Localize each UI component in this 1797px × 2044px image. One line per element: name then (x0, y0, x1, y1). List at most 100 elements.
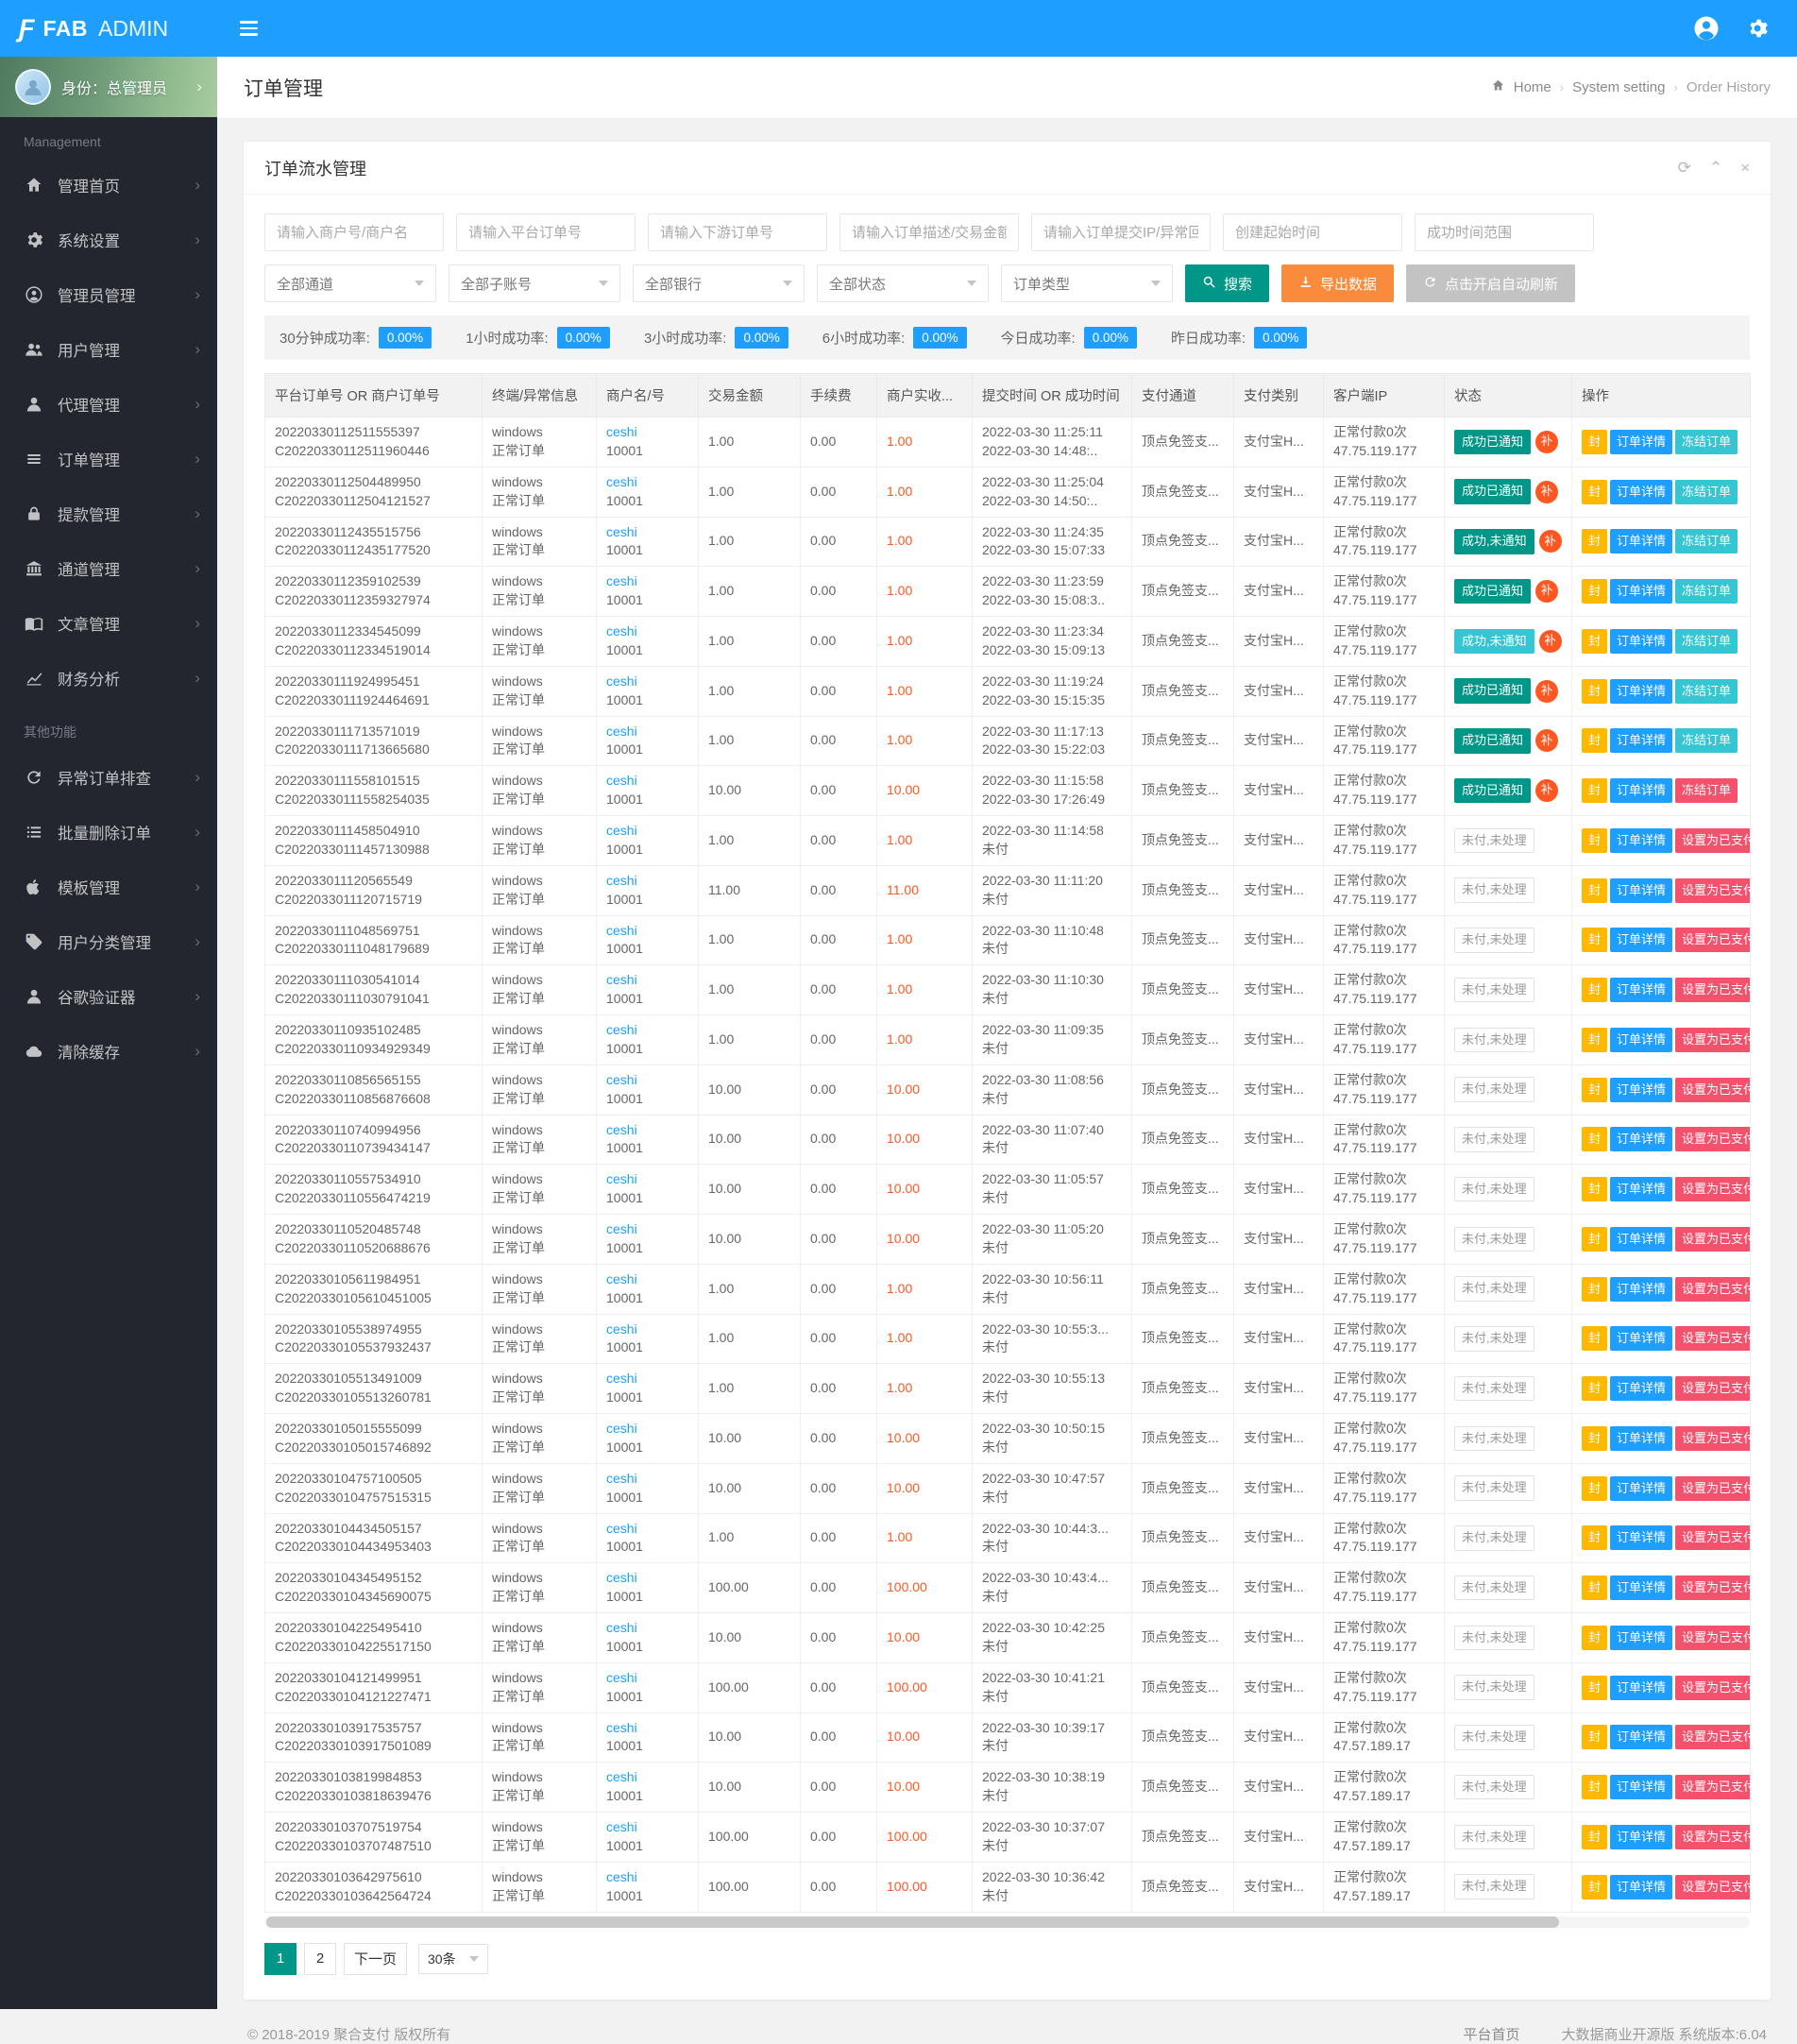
op-setpaid-button[interactable]: 设置为已支付 (1675, 1326, 1750, 1351)
op-setpaid-button[interactable]: 设置为已支付 (1675, 1426, 1750, 1451)
op-seal-button[interactable]: 封 (1582, 878, 1607, 903)
op-freeze-button[interactable]: 冻结订单 (1675, 679, 1738, 704)
op-seal-button[interactable]: 封 (1582, 1875, 1607, 1899)
op-setpaid-button[interactable]: 设置为已支付 (1675, 928, 1750, 952)
op-detail-button[interactable]: 订单详情 (1610, 480, 1672, 504)
sidebar-item-article-management[interactable]: 文章管理› (0, 596, 217, 651)
op-detail-button[interactable]: 订单详情 (1610, 430, 1672, 454)
op-detail-button[interactable]: 订单详情 (1610, 579, 1672, 604)
patch-badge[interactable]: 补 (1539, 530, 1562, 553)
op-seal-button[interactable]: 封 (1582, 629, 1607, 654)
merchant-link[interactable]: ceshi (606, 1670, 637, 1685)
page-size-select[interactable]: 30条 (418, 1944, 488, 1974)
merchant-link[interactable]: ceshi (606, 1221, 637, 1236)
op-freeze-button[interactable]: 冻结订单 (1675, 629, 1738, 654)
merchant-link[interactable]: ceshi (606, 1371, 637, 1386)
user-account-icon[interactable] (1687, 9, 1725, 47)
page-2-button[interactable]: 2 (304, 1943, 336, 1975)
merchant-link[interactable]: ceshi (606, 1072, 637, 1087)
patch-badge[interactable]: 补 (1535, 580, 1558, 603)
op-detail-button[interactable]: 订单详情 (1610, 1028, 1672, 1052)
op-setpaid-button[interactable]: 设置为已支付 (1675, 1825, 1750, 1849)
order-type-select[interactable]: 订单类型 (1001, 264, 1173, 302)
op-seal-button[interactable]: 封 (1582, 1277, 1607, 1302)
op-seal-button[interactable]: 封 (1582, 778, 1607, 803)
op-detail-button[interactable]: 订单详情 (1610, 1127, 1672, 1151)
merchant-link[interactable]: ceshi (606, 724, 637, 739)
op-detail-button[interactable]: 订单详情 (1610, 1078, 1672, 1102)
sidebar-item-user-management[interactable]: 用户管理› (0, 322, 217, 377)
merchant-link[interactable]: ceshi (606, 1022, 637, 1037)
merchant-link[interactable]: ceshi (606, 1720, 637, 1735)
sidebar-item-finance-analysis[interactable]: 财务分析› (0, 651, 217, 706)
patch-badge[interactable]: 补 (1535, 680, 1558, 703)
export-button[interactable]: 导出数据 (1281, 264, 1394, 302)
op-seal-button[interactable]: 封 (1582, 1426, 1607, 1451)
downstream-order-input[interactable] (648, 213, 827, 251)
op-seal-button[interactable]: 封 (1582, 430, 1607, 454)
merchant-link[interactable]: ceshi (606, 1620, 637, 1635)
merchant-link[interactable]: ceshi (606, 623, 637, 639)
auto-refresh-button[interactable]: 点击开启自动刷新 (1406, 264, 1575, 302)
op-seal-button[interactable]: 封 (1582, 1078, 1607, 1102)
op-setpaid-button[interactable]: 设置为已支付 (1675, 1576, 1750, 1600)
refresh-icon[interactable]: ⟳ (1678, 160, 1691, 176)
op-detail-button[interactable]: 订单详情 (1610, 1875, 1672, 1899)
op-detail-button[interactable]: 订单详情 (1610, 1376, 1672, 1401)
op-seal-button[interactable]: 封 (1582, 978, 1607, 1002)
merchant-link[interactable]: ceshi (606, 873, 637, 888)
search-button[interactable]: 搜索 (1185, 264, 1269, 302)
merchant-link[interactable]: ceshi (606, 673, 637, 689)
op-seal-button[interactable]: 封 (1582, 1676, 1607, 1700)
op-setpaid-button[interactable]: 设置为已支付 (1675, 978, 1750, 1002)
op-seal-button[interactable]: 封 (1582, 1725, 1607, 1749)
op-seal-button[interactable]: 封 (1582, 728, 1607, 753)
op-seal-button[interactable]: 封 (1582, 1576, 1607, 1600)
op-detail-button[interactable]: 订单详情 (1610, 1825, 1672, 1849)
platform-order-input[interactable] (456, 213, 636, 251)
sidebar-item-agent-management[interactable]: 代理管理› (0, 377, 217, 432)
patch-badge[interactable]: 补 (1539, 630, 1562, 653)
page-1-button[interactable]: 1 (264, 1943, 297, 1975)
op-setpaid-button[interactable]: 设置为已支付 (1675, 1177, 1750, 1201)
profile-panel[interactable]: 身份：总管理员 › (0, 57, 217, 117)
op-setpaid-button[interactable]: 设置为已支付 (1675, 1725, 1750, 1749)
patch-badge[interactable]: 补 (1535, 481, 1558, 503)
merchant-link[interactable]: ceshi (606, 1471, 637, 1486)
op-setpaid-button[interactable]: 设置为已支付 (1675, 1525, 1750, 1550)
order-desc-amount-input[interactable] (839, 213, 1019, 251)
merchant-link[interactable]: ceshi (606, 1271, 637, 1286)
merchant-link[interactable]: ceshi (606, 972, 637, 987)
subaccount-select[interactable]: 全部子账号 (449, 264, 620, 302)
merchant-link[interactable]: ceshi (606, 1869, 637, 1884)
op-detail-button[interactable]: 订单详情 (1610, 878, 1672, 903)
op-setpaid-button[interactable]: 设置为已支付 (1675, 1626, 1750, 1650)
merchant-link[interactable]: ceshi (606, 1171, 637, 1186)
op-setpaid-button[interactable]: 设置为已支付 (1675, 1127, 1750, 1151)
op-freeze-button[interactable]: 冻结订单 (1675, 579, 1738, 604)
op-detail-button[interactable]: 订单详情 (1610, 1326, 1672, 1351)
op-detail-button[interactable]: 订单详情 (1610, 978, 1672, 1002)
op-detail-button[interactable]: 订单详情 (1610, 1525, 1672, 1550)
op-setpaid-button[interactable]: 设置为已支付 (1675, 1875, 1750, 1899)
op-seal-button[interactable]: 封 (1582, 1376, 1607, 1401)
op-seal-button[interactable]: 封 (1582, 1525, 1607, 1550)
op-detail-button[interactable]: 订单详情 (1610, 529, 1672, 554)
close-icon[interactable]: × (1740, 160, 1750, 176)
status-select[interactable]: 全部状态 (817, 264, 989, 302)
op-detail-button[interactable]: 订单详情 (1610, 1725, 1672, 1749)
sidebar-item-batch-delete-orders[interactable]: 批量删除订单› (0, 805, 217, 860)
success-time-range-input[interactable] (1415, 213, 1594, 251)
op-setpaid-button[interactable]: 设置为已支付 (1675, 1277, 1750, 1302)
op-seal-button[interactable]: 封 (1582, 1227, 1607, 1252)
sidebar-item-google-authenticator[interactable]: 谷歌验证器› (0, 969, 217, 1024)
op-seal-button[interactable]: 封 (1582, 1825, 1607, 1849)
sidebar-item-home[interactable]: 管理首页› (0, 158, 217, 213)
op-detail-button[interactable]: 订单详情 (1610, 778, 1672, 803)
op-detail-button[interactable]: 订单详情 (1610, 1576, 1672, 1600)
op-setpaid-button[interactable]: 设置为已支付 (1675, 1476, 1750, 1501)
merchant-link[interactable]: ceshi (606, 573, 637, 588)
sidebar-item-system-settings[interactable]: 系统设置› (0, 213, 217, 267)
op-setpaid-button[interactable]: 设置为已支付 (1675, 1078, 1750, 1102)
collapse-icon[interactable]: ⌃ (1709, 160, 1722, 176)
